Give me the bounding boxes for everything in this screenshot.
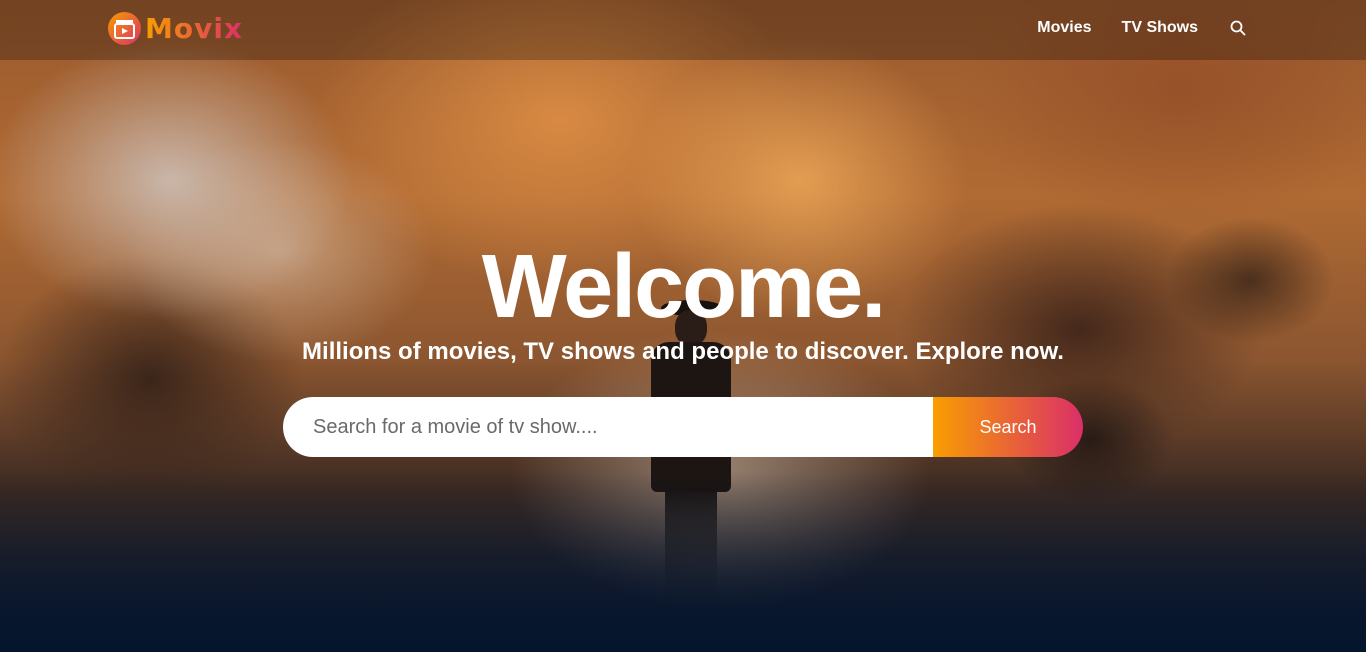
- brand-name: Movix: [145, 12, 244, 45]
- nav-item-movies[interactable]: Movies: [1037, 19, 1091, 37]
- hero-subtitle: Millions of movies, TV shows and people …: [302, 338, 1064, 365]
- site-header: Movix Movies TV Shows: [0, 0, 1366, 60]
- nav-item-tv-shows[interactable]: TV Shows: [1122, 19, 1198, 37]
- search-icon[interactable]: [1228, 18, 1248, 38]
- search-button[interactable]: Search: [933, 397, 1083, 457]
- hero-content: Welcome. Millions of movies, TV shows an…: [0, 237, 1366, 457]
- clapperboard-play-icon: [108, 12, 141, 45]
- hero-title: Welcome.: [481, 237, 887, 337]
- logo[interactable]: Movix: [108, 12, 243, 45]
- search-input[interactable]: [283, 397, 933, 457]
- search-bar: Search: [283, 397, 1083, 457]
- main-nav: Movies TV Shows: [1037, 18, 1248, 38]
- hero-banner: Movix Movies TV Shows Welcome. Millions …: [0, 0, 1366, 652]
- hero-bottom-fade: [0, 472, 1366, 652]
